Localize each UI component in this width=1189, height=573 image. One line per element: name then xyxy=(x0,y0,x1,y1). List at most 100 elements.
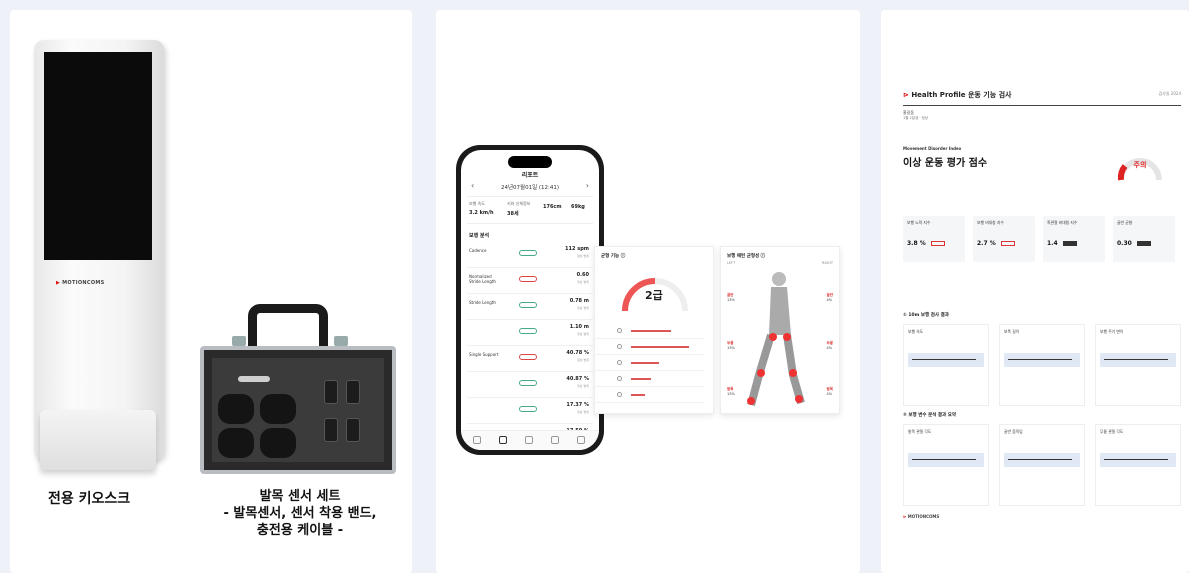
report-date: 24년07월01일 (12:41) xyxy=(500,185,560,191)
score-gauge: 주의 xyxy=(1113,146,1167,186)
status-pill xyxy=(519,328,537,334)
sensor-set-contents: - 발목센서, 센서 착용 밴드, xyxy=(223,506,377,521)
metric-value: 40.87 % xyxy=(566,376,589,382)
gait-metric-row: Normalized Stride Length 0.60 정상 범위 xyxy=(467,268,593,294)
app-title: 리포트 xyxy=(521,172,539,179)
gait-metric-row: 40.87 % 정상 범위 xyxy=(467,372,593,398)
ankle-sensor xyxy=(324,418,338,442)
status-tag xyxy=(931,241,945,246)
stat: 키와 신체정보 38세 xyxy=(507,201,531,217)
report-document: ⊳ Health Profile 운동 기능 검사 검사일 2024 홍길동 1… xyxy=(903,90,1182,519)
mini-chart: 발목 관절 각도 xyxy=(903,424,989,506)
patient-info: 1월 2일생 · 정상 xyxy=(903,116,929,120)
metric-range: 정상 범위 xyxy=(577,332,589,336)
sensor-set-caption: 발목 센서 세트 - 발목센서, 센서 착용 밴드, 충전용 케이블 - xyxy=(220,488,380,539)
product-card-hardware: ▶ MOTIONCOMS 전용 키오스크 발목 센서 세트 - 발목센서, 센서 … xyxy=(10,10,412,573)
gait-metric-row: 17.37 % 정상 범위 xyxy=(467,398,593,424)
status-pill xyxy=(519,354,537,360)
status-pill xyxy=(519,380,537,386)
metric-value: 40.78 % xyxy=(566,350,589,356)
report-footer-logo: ⊳ MOTIONCOMS xyxy=(903,514,940,519)
metric-card: 보행 노력 지수 3.8 % xyxy=(903,216,965,262)
ankle-sensor xyxy=(324,380,338,404)
divider xyxy=(903,105,1181,106)
status-tag xyxy=(1001,241,1015,246)
sensor-band xyxy=(260,428,296,458)
stat: 보행 속도 3.2 km/h xyxy=(469,201,494,216)
sensor-band xyxy=(218,428,254,458)
stat: 69kg xyxy=(571,204,585,210)
body-figure xyxy=(747,272,805,407)
gait-metric-row: Cadence 112 spm 정상 범위 xyxy=(467,242,593,268)
exercise-icon[interactable] xyxy=(525,436,533,444)
balance-panel: 균형 기능 ⓘ 2급 xyxy=(594,246,714,414)
joint-value: 발목 4% xyxy=(826,387,833,396)
kiosk-screen xyxy=(44,52,152,260)
metric-label: Stride Length xyxy=(469,300,496,305)
kiosk-logo: ▶ MOTIONCOMS xyxy=(56,280,105,286)
gait-metric-row: Stride Length 0.78 m 정상 범위 xyxy=(467,294,593,320)
kiosk-base xyxy=(40,410,156,470)
metric-label: Single Support xyxy=(469,352,499,357)
ankle-sensor xyxy=(346,380,360,404)
status-pill xyxy=(519,250,537,256)
panel-title: 보행 패턴 균형성 ⓘ xyxy=(727,254,766,259)
joint-value: 골반 13% xyxy=(727,293,735,302)
home-icon[interactable] xyxy=(473,436,481,444)
sensor-set-title: 발목 센서 세트 xyxy=(259,489,341,504)
metric-range: 정상 범위 xyxy=(577,280,589,284)
metric-range: 정상 범위 xyxy=(577,254,589,258)
metric-range: 정상 범위 xyxy=(577,306,589,310)
gait-metric-row: Single Support 40.78 % 정상 범위 xyxy=(467,346,593,372)
product-card-app: 리포트 ‹ › 24년07월01일 (12:41) 보행 속도 3.2 km/h … xyxy=(436,10,860,573)
sensor-case-image xyxy=(200,346,396,474)
metric-value: 112 spm xyxy=(565,246,589,252)
profile-icon[interactable] xyxy=(577,436,585,444)
mini-chart: 골반 움직임 xyxy=(999,424,1085,506)
joint-value: 발목 13% xyxy=(727,387,735,396)
mini-chart: 무릎 관절 각도 xyxy=(1095,424,1181,506)
joint-value: 골반 4% xyxy=(826,293,833,302)
score-section: Movement Disorder Index 이상 운동 평가 점수 주의 xyxy=(903,146,1181,208)
case-hinge xyxy=(334,336,348,346)
ankle-sensor xyxy=(346,418,360,442)
section-title: ② 보행 변수 분석 결과 요약 xyxy=(903,413,957,418)
sensor-set-contents: 충전용 케이블 - xyxy=(256,523,344,538)
mini-chart: 보행 속도 xyxy=(903,324,989,406)
metric-range: 정상 범위 xyxy=(577,410,589,414)
calendar-icon[interactable] xyxy=(551,436,559,444)
status-pill xyxy=(519,406,537,412)
metric-label: Cadence xyxy=(469,248,487,253)
phone-mockup: 리포트 ‹ › 24년07월01일 (12:41) 보행 속도 3.2 km/h … xyxy=(456,145,604,455)
metric-range: 정상 범위 xyxy=(577,384,589,388)
status-pill xyxy=(519,276,537,282)
section-title: 보행 분석 xyxy=(469,233,490,239)
sensor-band xyxy=(218,394,254,424)
kiosk-caption: 전용 키오스크 xyxy=(48,491,131,507)
metric-label: Normalized Stride Length xyxy=(469,274,496,284)
metric-card: 보행 비대칭 지수 2.7 % xyxy=(973,216,1035,262)
charging-cable xyxy=(238,376,270,382)
gauge-value: 2급 xyxy=(645,289,663,302)
panel-title: 균형 기능 ⓘ xyxy=(601,254,626,259)
metric-range: 정상 범위 xyxy=(577,358,589,362)
gait-metric-row: 1.10 m 정상 범위 xyxy=(467,320,593,346)
case-hinge xyxy=(232,336,246,346)
summary-stats: 보행 속도 3.2 km/h 키와 신체정보 38세 176cm 69kg xyxy=(467,196,593,224)
status-tag xyxy=(1063,241,1077,246)
metric-value: 0.60 xyxy=(576,272,589,278)
product-card-report: ⊳ Health Profile 운동 기능 검사 검사일 2024 홍길동 1… xyxy=(881,10,1189,573)
metric-value: 1.10 m xyxy=(569,324,589,330)
gait-panel: 보행 패턴 균형성 ⓘ LEFT RIGHT 골반 13% 골반 4% 무릎 13% … xyxy=(720,246,840,414)
status-tag xyxy=(1137,241,1151,246)
section-title: ① 10m 보행 검사 결과 xyxy=(903,313,949,318)
bottom-nav xyxy=(461,430,599,450)
joint-value: 무릎 13% xyxy=(727,341,735,350)
metric-value: 17.37 % xyxy=(566,402,589,408)
report-date: 검사일 2024 xyxy=(1158,91,1182,96)
sensor-band xyxy=(260,394,296,424)
report-icon[interactable] xyxy=(499,436,507,444)
metric-card: 족관절 비대칭 지수 1.4 xyxy=(1043,216,1105,262)
metric-card: 골반 균형 0.30 xyxy=(1113,216,1175,262)
mini-chart: 보행 주기 변이 xyxy=(1095,324,1181,406)
